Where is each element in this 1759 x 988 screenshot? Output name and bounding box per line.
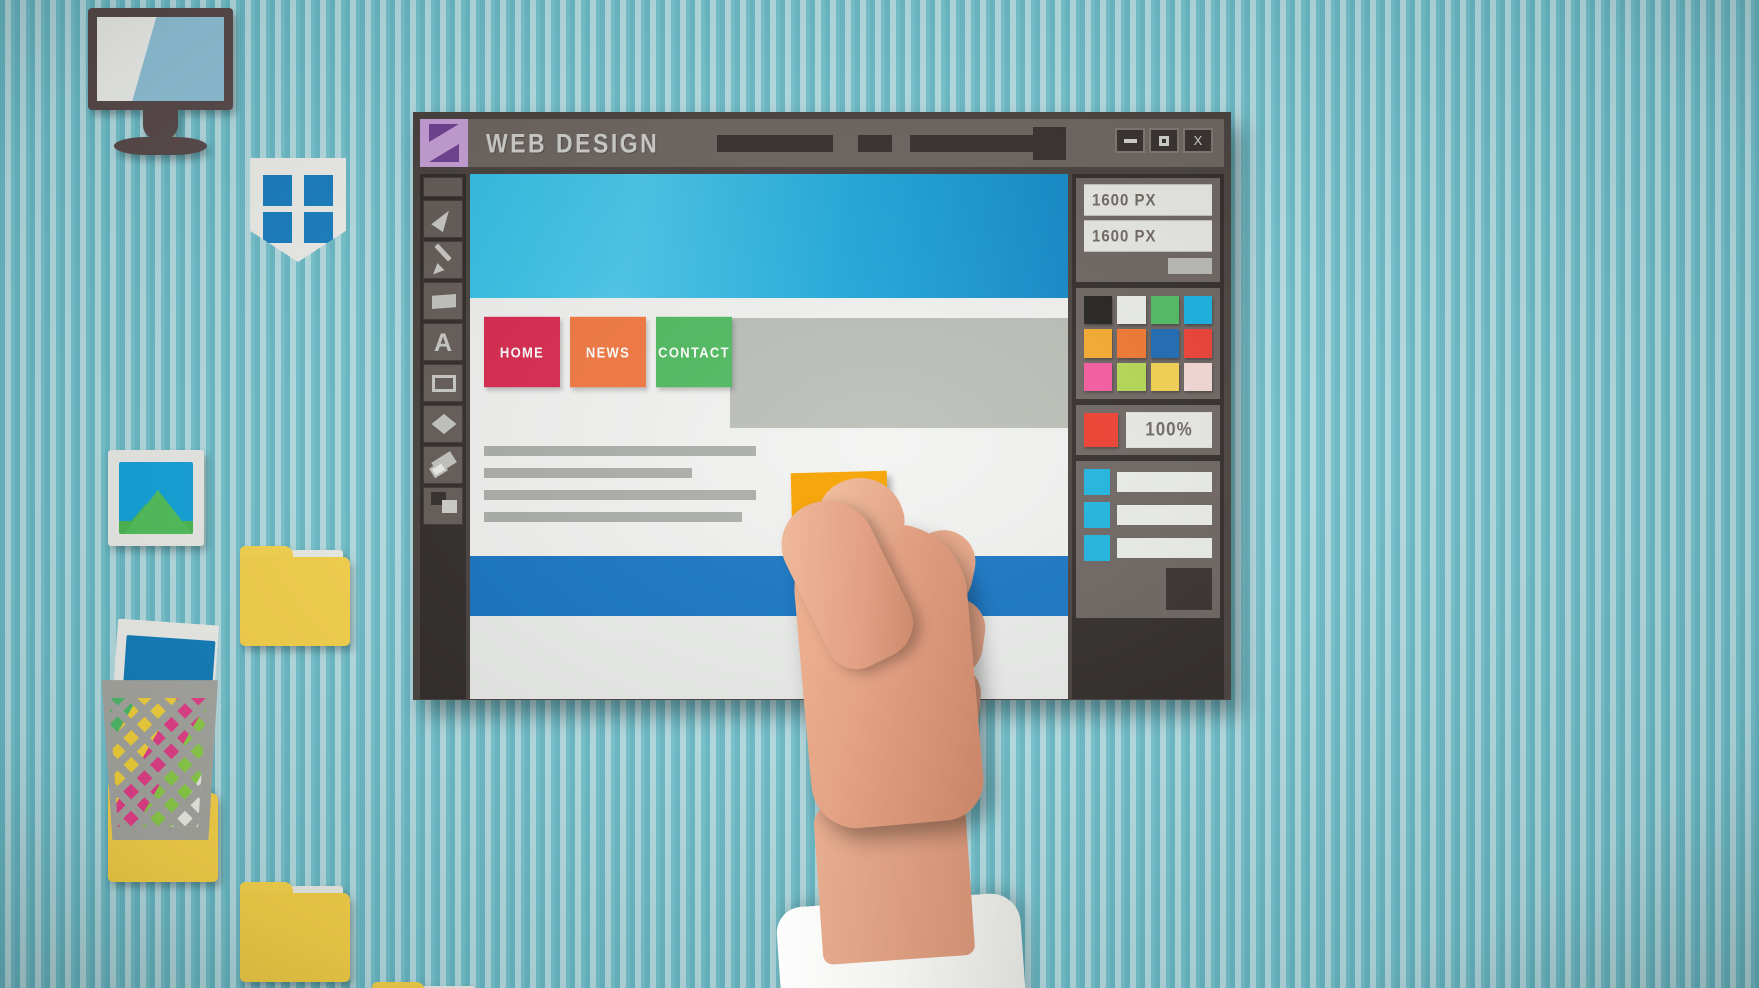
layer-color-swatch[interactable] [1084, 468, 1110, 495]
paintbrush-tip-icon [429, 263, 445, 278]
width-input[interactable]: 1600 PX [1084, 184, 1212, 216]
folder-icon[interactable] [240, 882, 350, 982]
shape-tool[interactable] [423, 405, 463, 443]
color-palette-panel [1076, 288, 1220, 399]
layer-name-bar [1117, 504, 1212, 525]
layer-thumbnail[interactable] [1166, 567, 1212, 610]
background-swatch-icon [442, 500, 457, 513]
layer-color-swatch[interactable] [1084, 501, 1110, 528]
height-input[interactable]: 1600 PX [1084, 220, 1212, 252]
photo-icon[interactable] [108, 450, 204, 546]
fill-shape-icon [432, 294, 456, 309]
cursor-icon [431, 206, 455, 233]
palette-swatch[interactable] [1117, 329, 1146, 358]
rectangle-outline-icon [432, 375, 456, 392]
layer-name-bar [1117, 471, 1212, 492]
layer-row-3[interactable] [1084, 534, 1212, 561]
tool-partial-top[interactable] [423, 177, 463, 197]
layer-name-bar [1117, 537, 1212, 558]
text-line-3 [484, 490, 756, 500]
close-icon: X [1193, 133, 1203, 148]
trash-bin-icon[interactable] [98, 618, 219, 840]
text-a-icon: A [433, 329, 453, 357]
nav-button-news[interactable]: NEWS [570, 316, 646, 388]
eraser-tool[interactable] [423, 446, 463, 484]
folder-icon[interactable] [372, 982, 482, 988]
color-swatch-tool[interactable] [423, 487, 463, 525]
monitor-icon[interactable] [88, 8, 233, 158]
minimize-icon [1123, 138, 1137, 143]
brush-tool[interactable] [423, 241, 463, 279]
text-tool[interactable]: A [423, 323, 463, 361]
nav-button-contact[interactable]: CONTACT [656, 316, 732, 388]
desktop-scene: WEB DESIGN X A HOME NEWS CONTACT 1600 PX… [0, 0, 1759, 988]
app-title: WEB DESIGN [486, 127, 660, 158]
tool-rail: A [420, 174, 466, 699]
height-input-value: 1600 PX [1092, 226, 1157, 246]
app-logo-icon [420, 119, 468, 167]
nav-label: NEWS [585, 343, 631, 361]
text-line-1 [484, 446, 756, 456]
nav-label: CONTACT [658, 343, 730, 361]
palette-swatch[interactable] [1183, 362, 1212, 391]
palette-swatch[interactable] [1150, 296, 1179, 325]
paintbrush-icon [434, 243, 452, 262]
nav-label: HOME [499, 343, 545, 361]
layer-color-swatch[interactable] [1084, 534, 1110, 561]
zoom-panel: 100% [1076, 404, 1220, 455]
close-button[interactable]: X [1183, 128, 1213, 153]
title-bar: WEB DESIGN X [420, 119, 1224, 167]
palette-swatch[interactable] [1084, 296, 1113, 325]
palette-swatch[interactable] [1084, 362, 1113, 391]
cursor-tool[interactable] [423, 200, 463, 238]
layers-panel [1076, 460, 1220, 618]
palette-swatch[interactable] [1117, 296, 1146, 325]
maximize-icon [1159, 135, 1169, 146]
current-color-swatch[interactable] [1084, 412, 1118, 447]
menu-strip-1[interactable] [717, 135, 833, 152]
menu-strip-2[interactable] [858, 135, 892, 152]
hero-banner[interactable] [470, 174, 1068, 657]
fill-tool[interactable] [423, 282, 463, 320]
rectangle-tool[interactable] [423, 364, 463, 402]
menu-block-4[interactable] [1033, 127, 1066, 160]
monitor-screen [88, 8, 233, 110]
layer-row-2[interactable] [1084, 501, 1212, 528]
folder-icon[interactable] [240, 546, 350, 646]
diamond-icon [431, 413, 457, 435]
grey-image-block[interactable] [730, 318, 1068, 428]
shield-icon[interactable] [250, 158, 346, 262]
maximize-button[interactable] [1149, 128, 1179, 153]
text-line-2 [484, 468, 692, 478]
hand-holding-logo-card [766, 466, 1029, 988]
width-input-value: 1600 PX [1092, 190, 1157, 210]
palette-swatch[interactable] [1150, 329, 1179, 358]
menu-strip-3[interactable] [910, 135, 1038, 152]
palette-swatch[interactable] [1084, 329, 1113, 358]
palette-swatch[interactable] [1150, 362, 1179, 391]
size-panel: 1600 PX 1600 PX [1076, 178, 1220, 282]
palette-swatch[interactable] [1183, 296, 1212, 325]
palette-swatch[interactable] [1183, 329, 1212, 358]
zoom-value[interactable]: 100% [1126, 411, 1212, 448]
inspector-panel: 1600 PX 1600 PX 100% [1072, 174, 1224, 699]
layer-row-1[interactable] [1084, 468, 1212, 495]
palette-swatch[interactable] [1117, 362, 1146, 391]
nav-button-home[interactable]: HOME [484, 316, 560, 388]
text-line-4 [484, 512, 742, 522]
minimize-button[interactable] [1115, 128, 1145, 153]
color-palette [1084, 296, 1212, 391]
apply-button[interactable] [1168, 258, 1212, 274]
